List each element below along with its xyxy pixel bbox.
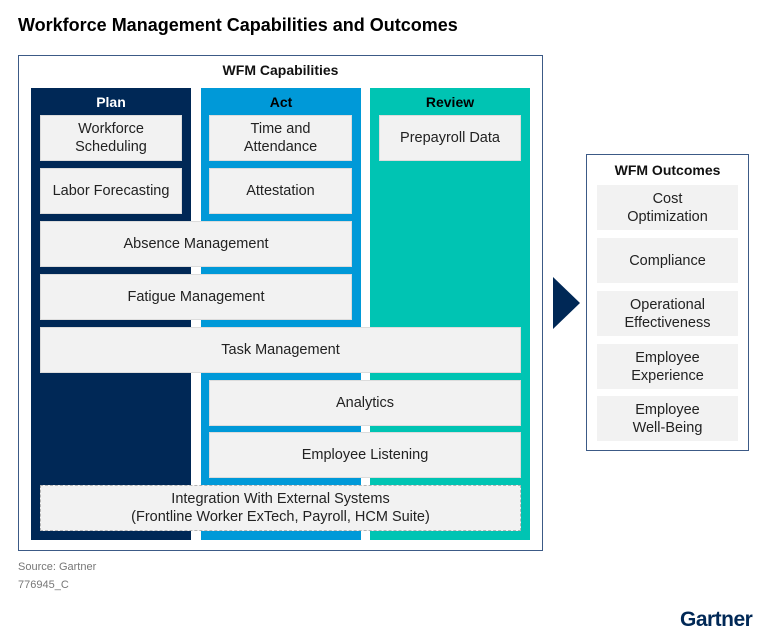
integration-box: Integration With External Systems (Front… xyxy=(40,485,521,531)
analytics-box: Analytics xyxy=(209,380,521,426)
arrow-right-icon xyxy=(553,277,580,329)
gartner-logo: Gartner xyxy=(680,608,753,631)
outcome-item: Employee Experience xyxy=(597,344,738,389)
integration-title: Integration With External Systems xyxy=(171,491,390,507)
attestation-box: Attestation xyxy=(209,168,352,214)
time-and-attendance-box: Time and Attendance xyxy=(209,115,352,161)
outcomes-heading: WFM Outcomes xyxy=(614,162,721,178)
review-header: Review xyxy=(425,94,475,110)
absence-management-box: Absence Management xyxy=(40,221,352,267)
outcome-item: Employee Well-Being xyxy=(597,396,738,441)
outcome-item: Cost Optimization xyxy=(597,185,738,230)
task-management-box: Task Management xyxy=(40,327,521,373)
figure-id: 776945_C xyxy=(18,579,69,591)
plan-header: Plan xyxy=(96,94,126,110)
outcome-item: Compliance xyxy=(597,238,738,283)
labor-forecasting-box: Labor Forecasting xyxy=(40,168,182,214)
workforce-scheduling-box: Workforce Scheduling xyxy=(40,115,182,161)
source-note: Source: Gartner xyxy=(18,561,97,573)
act-header: Act xyxy=(269,94,293,110)
outcome-item: Operational Effectiveness xyxy=(597,291,738,336)
diagram: Workforce Management Capabilities and Ou… xyxy=(0,0,768,637)
integration-detail: (Frontline Worker ExTech, Payroll, HCM S… xyxy=(131,509,430,525)
fatigue-management-box: Fatigue Management xyxy=(40,274,352,320)
page-title: Workforce Management Capabilities and Ou… xyxy=(18,15,458,35)
capabilities-heading: WFM Capabilities xyxy=(222,62,339,78)
employee-listening-box: Employee Listening xyxy=(209,432,521,478)
prepayroll-data-box: Prepayroll Data xyxy=(379,115,521,161)
